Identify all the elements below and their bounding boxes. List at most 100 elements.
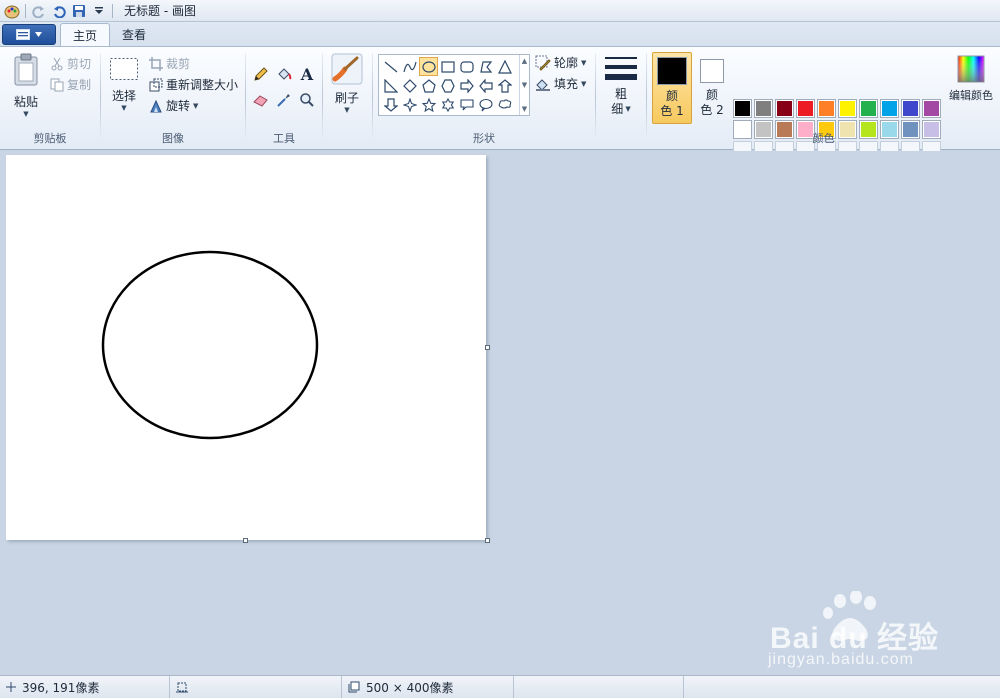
four-point-star-icon bbox=[402, 97, 417, 112]
oval-icon bbox=[421, 60, 436, 73]
watermark-url: jingyan.baidu.com bbox=[768, 651, 914, 668]
diamond-shape[interactable] bbox=[400, 76, 419, 95]
cursor-position: 396, 191像素 bbox=[22, 680, 100, 695]
scroll-up-icon[interactable]: ▲ bbox=[522, 57, 527, 65]
oval-shape[interactable] bbox=[419, 57, 438, 76]
magnifier-tool[interactable] bbox=[296, 89, 318, 111]
drawing-canvas[interactable] bbox=[6, 155, 486, 540]
select-button[interactable]: 选择 ▼ bbox=[109, 57, 139, 112]
four-point-star-shape[interactable] bbox=[400, 95, 419, 114]
redo-icon[interactable] bbox=[29, 1, 49, 21]
rectangle-shape[interactable] bbox=[438, 57, 457, 76]
size-button[interactable]: 粗 细 ▼ bbox=[600, 55, 642, 117]
down-arrow-shape[interactable] bbox=[381, 95, 400, 114]
resize-button[interactable]: 重新调整大小 bbox=[149, 76, 238, 93]
gallery-expand-icon[interactable]: ▼ bbox=[522, 105, 527, 113]
text-tool[interactable]: A bbox=[296, 63, 318, 85]
customize-qat-icon[interactable] bbox=[89, 1, 109, 21]
six-point-star-shape[interactable] bbox=[438, 95, 457, 114]
workspace: Bai du 经验 jingyan.baidu.com bbox=[0, 151, 1000, 675]
resize-handle-bottom[interactable] bbox=[243, 538, 248, 543]
crosshair-icon bbox=[6, 682, 16, 692]
scroll-down-icon[interactable]: ▼ bbox=[522, 81, 527, 89]
cursor-position-segment: 396, 191像素 bbox=[0, 675, 170, 698]
tab-view[interactable]: 查看 bbox=[110, 23, 158, 46]
five-point-star-shape[interactable] bbox=[419, 95, 438, 114]
resize-handle-right[interactable] bbox=[485, 345, 490, 350]
tools-group: A 工具 bbox=[246, 47, 322, 149]
chevron-down-icon bbox=[35, 32, 42, 37]
rectangle-icon bbox=[440, 60, 455, 73]
curve-shape[interactable] bbox=[400, 57, 419, 76]
rotate-button[interactable]: 旋转 ▼ bbox=[149, 97, 198, 114]
ribbon-tab-row: 主页 查看 bbox=[0, 22, 1000, 46]
curve-icon bbox=[402, 61, 417, 72]
crop-label: 裁剪 bbox=[166, 57, 191, 71]
resize-handle-corner[interactable] bbox=[485, 538, 490, 543]
rect-callout-icon bbox=[459, 98, 474, 110]
polygon-shape[interactable] bbox=[476, 57, 495, 76]
drawn-ellipse bbox=[101, 250, 319, 440]
chevron-down-icon: ▼ bbox=[581, 58, 587, 67]
copy-button[interactable]: 复制 bbox=[50, 76, 91, 93]
pencil-icon bbox=[254, 67, 268, 81]
tab-home[interactable]: 主页 bbox=[60, 23, 111, 46]
fill-button[interactable]: 填充 ▼ bbox=[535, 75, 586, 92]
brushes-label: 刷子 bbox=[334, 91, 359, 105]
up-arrow-shape[interactable] bbox=[495, 76, 514, 95]
fill-tool[interactable] bbox=[273, 63, 295, 85]
right-arrow-shape[interactable] bbox=[457, 76, 476, 95]
selection-size-segment bbox=[170, 675, 342, 698]
copy-label: 复制 bbox=[67, 78, 92, 92]
colors-group: 颜色 bbox=[647, 47, 1000, 149]
triangle-icon bbox=[497, 59, 512, 74]
save-icon[interactable] bbox=[69, 1, 89, 21]
tools-grid: A bbox=[250, 63, 318, 111]
chevron-down-icon: ▼ bbox=[23, 110, 29, 118]
pentagon-icon bbox=[421, 78, 436, 93]
pencil-tool[interactable] bbox=[250, 63, 272, 85]
brushes-group: 刷子 ▼ bbox=[323, 47, 371, 149]
brushes-button[interactable]: 刷子 ▼ bbox=[329, 53, 365, 114]
paint-app-icon[interactable] bbox=[2, 1, 22, 21]
group-separator bbox=[595, 53, 596, 141]
clipboard-group-label: 剪贴板 bbox=[33, 132, 67, 145]
undo-icon[interactable] bbox=[49, 1, 69, 21]
tools-group-label: 工具 bbox=[273, 132, 295, 145]
paint-menu-button[interactable] bbox=[2, 24, 56, 45]
resize-icon bbox=[149, 78, 163, 91]
pentagon-shape[interactable] bbox=[419, 76, 438, 95]
rounded-rectangle-shape[interactable] bbox=[457, 57, 476, 76]
crop-button[interactable]: 裁剪 bbox=[149, 55, 190, 72]
left-arrow-icon bbox=[478, 78, 493, 93]
cloud-callout-shape[interactable] bbox=[495, 95, 514, 114]
eraser-tool[interactable] bbox=[250, 89, 272, 111]
rounded-rectangle-icon bbox=[459, 60, 474, 73]
rect-callout-shape[interactable] bbox=[457, 95, 476, 114]
five-point-star-icon bbox=[421, 97, 436, 112]
paste-button[interactable]: 粘贴 ▼ bbox=[8, 53, 44, 118]
six-point-star-icon bbox=[441, 97, 454, 112]
line-shape[interactable] bbox=[381, 57, 400, 76]
right-triangle-shape[interactable] bbox=[381, 76, 400, 95]
clipboard-group: 粘贴 ▼ 剪切 复制 剪贴板 bbox=[0, 47, 100, 149]
cut-button[interactable]: 剪切 bbox=[50, 55, 91, 72]
outline-button[interactable]: 轮廓 ▼ bbox=[535, 54, 586, 71]
triangle-shape[interactable] bbox=[495, 57, 514, 76]
line-width-icon bbox=[605, 57, 637, 80]
shapes-scrollbar[interactable]: ▲ ▼ ▼ bbox=[519, 55, 529, 115]
chevron-down-icon: ▼ bbox=[344, 106, 350, 114]
baidu-watermark: Bai du 经验 jingyan.baidu.com bbox=[762, 590, 952, 671]
image-group: 选择 ▼ 裁剪 重新调整大小 旋转 ▼ 图像 bbox=[101, 47, 245, 149]
hexagon-shape[interactable] bbox=[438, 76, 457, 95]
resize-label: 重新调整大小 bbox=[166, 78, 239, 92]
left-arrow-shape[interactable] bbox=[476, 76, 495, 95]
size-label-line2: 细 bbox=[611, 102, 624, 116]
brush-icon bbox=[331, 53, 363, 85]
line-icon bbox=[384, 61, 397, 72]
paste-icon bbox=[14, 53, 38, 86]
color-picker-tool[interactable] bbox=[273, 89, 295, 111]
fill-label: 填充 bbox=[554, 77, 579, 91]
oval-callout-shape[interactable] bbox=[476, 95, 495, 114]
shapes-group-label: 形状 bbox=[473, 132, 495, 145]
